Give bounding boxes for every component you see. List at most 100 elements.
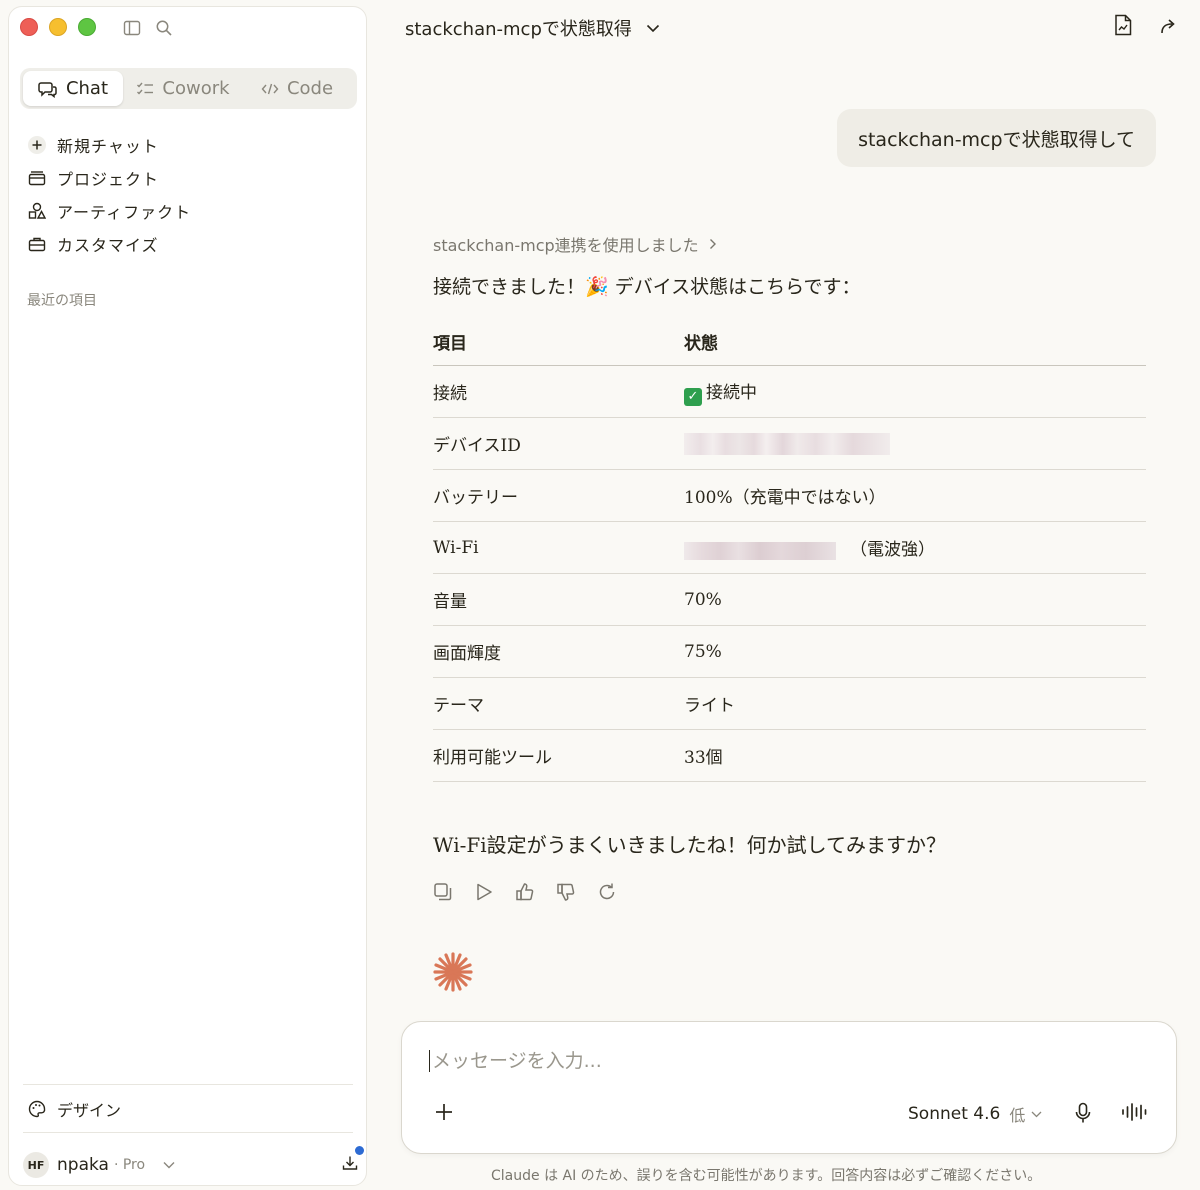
play-icon[interactable] [474,882,494,902]
sidebar-item-projects[interactable]: プロジェクト [25,161,191,194]
briefcase-icon [25,236,49,252]
row-value: 70% [684,573,1146,626]
table-row: 利用可能ツール 33個 [433,729,1146,782]
chevron-down-icon [646,24,660,33]
plus-icon [25,135,49,155]
notification-dot [355,1146,364,1155]
table-row: 接続 ✓ 接続中 [433,365,1146,418]
voice-mode-icon[interactable] [1121,1102,1149,1122]
row-item: Wi-Fi [433,521,684,574]
microphone-icon[interactable] [1074,1102,1092,1124]
sidebar-item-new-chat[interactable]: 新規チャット [25,128,191,161]
sidebar-item-design[interactable]: デザイン [25,1097,121,1121]
sidebar-item-artifacts[interactable]: アーティファクト [25,194,191,227]
row-item: テーマ [433,677,684,730]
row-value: （電波強） [684,521,1146,574]
row-item: デバイスID [433,417,684,470]
recents-heading: 最近の項目 [27,293,97,309]
column-header: 項目 [433,318,684,366]
tab-chat-label: Chat [65,78,109,99]
divider [23,1132,353,1133]
conversation-title-button[interactable]: stackchan-mcpで状態取得 [405,15,660,41]
copy-icon[interactable] [433,882,453,902]
row-value: 33個 [684,729,1146,782]
table-row: 音量 70% [433,573,1146,626]
avatar: HF [23,1152,49,1178]
sidebar-item-label: デザイン [57,1101,122,1120]
message-actions [433,882,617,902]
chevron-right-icon [709,238,717,250]
row-value: ライト [684,677,1146,730]
sidebar-item-label: カスタマイズ [57,235,159,255]
sidebar-item-label: 新規チャット [57,136,159,156]
row-value [684,417,1146,470]
window-controls [20,18,96,36]
chevron-down-icon [1031,1111,1042,1118]
checklist-icon [136,81,154,97]
row-value: 75% [684,625,1146,678]
thumbs-down-icon[interactable] [556,882,576,902]
mode-switch: Chat Cowork Code [20,68,357,109]
user-menu[interactable]: HF npaka · Pro [23,1146,364,1183]
table-row: Wi-Fi （電波強） [433,521,1146,574]
search-icon[interactable] [155,19,173,37]
table-row: テーマ ライト [433,677,1146,730]
connection-status: 接続中 [706,382,757,403]
tool-used-toggle[interactable]: stackchan-mcp連携を使用しました [433,232,717,256]
chat-bubbles-icon [38,80,58,98]
row-item: 画面輝度 [433,625,684,678]
tab-cowork[interactable]: Cowork [123,71,243,106]
row-value: 100%（充電中ではない） [684,469,1146,522]
add-attachment-button[interactable] [434,1102,454,1122]
code-brackets-icon [261,82,279,96]
redacted-device-id [684,432,890,455]
row-item: 音量 [433,573,684,626]
redacted-ssid [684,541,836,560]
sidebar-nav: 新規チャット プロジェクト アーティファクト カスタマイズ [25,128,191,260]
close-window-button[interactable] [20,18,38,36]
sidebar-toggle-icon[interactable] [123,19,141,37]
chevron-down-icon [163,1161,175,1169]
shapes-icon [25,202,49,220]
model-selector[interactable]: Sonnet 4.6 低 [908,1102,1042,1126]
user-message: stackchan-mcpで状態取得して [837,109,1156,167]
download-icon [342,1155,358,1171]
row-item: 利用可能ツール [433,729,684,782]
sidebar: Chat Cowork Code 新規チャット プロジェクト アーティファクト … [8,6,367,1186]
download-button[interactable] [342,1146,364,1175]
claude-spark-icon [432,951,474,997]
assistant-intro: 接続できました！🎉 デバイス状態はこちらです： [433,276,861,298]
tool-used-label: stackchan-mcp連携を使用しました [433,236,699,255]
tab-cowork-label: Cowork [162,78,230,99]
column-header: 状態 [684,318,1146,366]
maximize-window-button[interactable] [78,18,96,36]
sidebar-item-customize[interactable]: カスタマイズ [25,227,191,260]
row-item: 接続 [433,365,684,418]
conversation-title: stackchan-mcpで状態取得 [405,19,632,40]
row-value: ✓ 接続中 [684,365,1146,418]
share-icon[interactable] [1160,14,1178,36]
table-row: デバイスID [433,417,1146,470]
tab-chat[interactable]: Chat [23,71,123,106]
row-item: バッテリー [433,469,684,522]
signal-strength: （電波強） [850,540,935,560]
sidebar-item-label: アーティファクト [57,202,192,222]
tab-code[interactable]: Code [243,71,351,106]
folder-icon [25,170,49,186]
divider [23,1084,353,1085]
palette-icon [25,1100,49,1118]
message-input[interactable] [429,1050,1132,1072]
effort-level: 低 [1009,1106,1026,1125]
check-icon: ✓ [684,387,702,406]
model-name: Sonnet 4.6 [908,1104,1001,1124]
assistant-closing: Wi-Fi設定がうまくいきましたね！何か試してみますか？ [433,833,947,857]
table-row: 画面輝度 75% [433,625,1146,678]
table-row: バッテリー 100%（充電中ではない） [433,469,1146,522]
user-plan: · Pro [113,1157,146,1173]
thumbs-up-icon[interactable] [515,882,535,902]
status-table: 項目 状態 接続 ✓ 接続中 デバイスID バッテリー 100%（充電中ではない）… [433,318,1146,782]
retry-icon[interactable] [597,882,617,902]
minimize-window-button[interactable] [49,18,67,36]
table-header-row: 項目 状態 [433,318,1146,366]
document-chart-icon[interactable] [1114,14,1132,36]
